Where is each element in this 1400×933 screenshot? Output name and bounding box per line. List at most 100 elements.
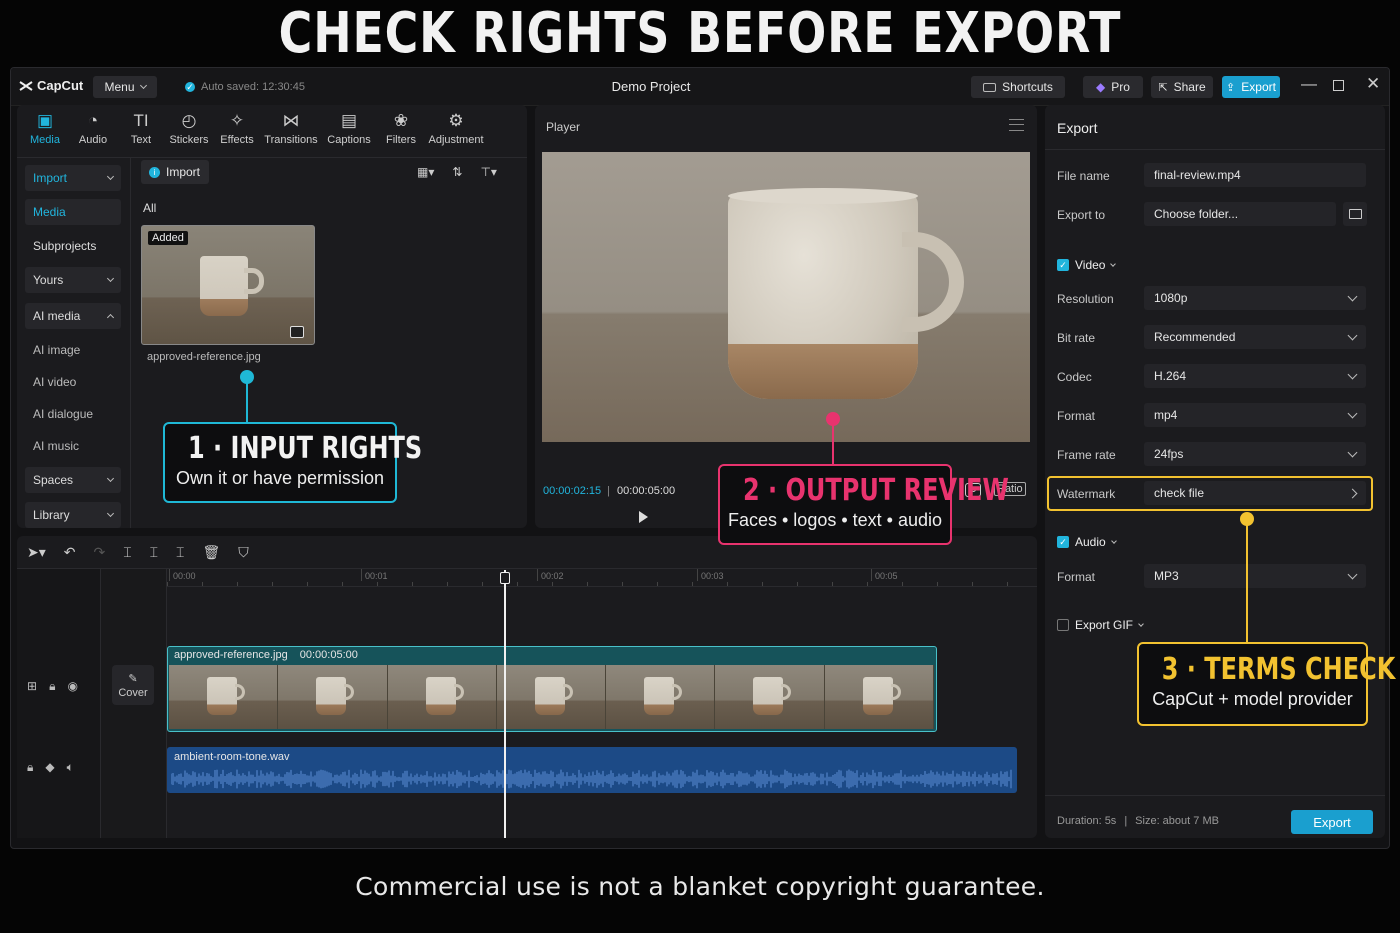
close-icon[interactable]: ✕ — [1366, 74, 1380, 94]
toolbar-item-captions[interactable]: ▤ Captions — [321, 111, 377, 146]
share-button[interactable]: ⇱ Share — [1151, 76, 1213, 98]
import-button[interactable]: i Import — [141, 160, 209, 184]
file-name-input[interactable]: final-review.mp4 — [1144, 163, 1366, 187]
export-summary: Duration: 5s | Size: about 7 MB — [1057, 815, 1219, 827]
toolbar-item-text[interactable]: TI Text — [117, 111, 165, 146]
ruler-minor-tick — [587, 582, 588, 586]
duration-text: Duration: 5s — [1057, 815, 1117, 827]
framerate-select[interactable]: 24fps — [1144, 442, 1366, 466]
resolution-select[interactable]: 1080p — [1144, 286, 1366, 310]
track-controls: ⊞ 🔒︎ ◉ 🔒︎ ◆ 🔈︎ — [17, 569, 101, 838]
format-select[interactable]: mp4 — [1144, 403, 1366, 427]
ruler-minor-tick — [237, 582, 238, 586]
redo-icon[interactable]: ↷ — [94, 544, 106, 561]
cover-button[interactable]: ✎ Cover — [112, 665, 154, 705]
sidebar-item-import[interactable]: Import — [25, 165, 121, 191]
minimize-icon[interactable]: — — [1301, 76, 1317, 94]
toolbar-item-filters[interactable]: ❀ Filters — [377, 111, 425, 146]
chevron-down-icon — [106, 172, 115, 180]
toolbar-item-stickers[interactable]: ◴ Stickers — [165, 111, 213, 146]
trim-right-icon[interactable]: ⌶ — [176, 544, 184, 561]
sidebar-item-ai-media[interactable]: AI media — [25, 303, 121, 329]
sidebar-item-media[interactable]: Media — [25, 199, 121, 225]
chevron-right-icon — [1347, 488, 1358, 498]
menu-button[interactable]: Menu — [93, 76, 157, 98]
video-clip[interactable]: approved-reference.jpg 00:00:05:00 — [167, 646, 937, 732]
magnet-icon[interactable]: ◆ — [45, 760, 54, 775]
gif-section-toggle[interactable]: Export GIF — [1057, 618, 1144, 632]
shortcuts-button[interactable]: Shortcuts — [971, 76, 1065, 98]
codec-select[interactable]: H.264 — [1144, 364, 1366, 388]
add-track-icon[interactable]: ⊞ — [27, 679, 37, 694]
mug-thumbnail — [200, 256, 248, 316]
resolution-label: Resolution — [1057, 292, 1114, 306]
ruler-minor-tick — [272, 582, 273, 586]
split-icon[interactable]: ⌶ — [123, 544, 131, 561]
mug-frame-handle — [672, 684, 683, 700]
grid-view-icon[interactable]: ▦▾ — [417, 165, 434, 179]
ruler-minor-tick — [517, 582, 518, 586]
toolbar-item-audio[interactable]: ◔ Audio — [69, 111, 117, 146]
bitrate-select[interactable]: Recommended — [1144, 325, 1366, 349]
mug-handle — [902, 232, 964, 332]
audio-section-toggle[interactable]: ✓ Audio — [1057, 535, 1117, 549]
export-panel-title: Export — [1057, 120, 1098, 136]
callout3-subtitle: CapCut + model provider — [1152, 689, 1353, 709]
sidebar-item-ai-dialogue[interactable]: AI dialogue — [25, 401, 121, 427]
audio-format-value: MP3 — [1154, 569, 1179, 583]
chevron-down-icon — [1347, 447, 1358, 457]
sidebar-item-yours[interactable]: Yours — [25, 267, 121, 293]
toolbar-item-media[interactable]: ▣ Media — [21, 111, 69, 146]
sidebar-item-library[interactable]: Library — [25, 502, 121, 528]
export-top-button[interactable]: ⇪ Export — [1222, 76, 1280, 98]
undo-icon[interactable]: ↶ — [64, 544, 76, 561]
mug-rim — [728, 188, 918, 204]
filter-all[interactable]: All — [143, 201, 156, 215]
callout3-dot — [1240, 512, 1254, 526]
pro-button[interactable]: ◆ Pro — [1083, 76, 1143, 98]
select-cursor-icon[interactable]: ➤▾ — [27, 544, 46, 561]
audio-format-select[interactable]: MP3 — [1144, 564, 1366, 588]
audio-icon: ◔ — [87, 111, 99, 130]
delete-icon[interactable]: 🗑 — [202, 544, 220, 561]
filter-icon[interactable]: ⊤▾ — [480, 165, 496, 179]
export-to-input[interactable]: Choose folder... — [1144, 202, 1336, 226]
ruler-minor-tick — [902, 582, 903, 586]
trim-left-icon[interactable]: ⌶ — [150, 544, 158, 561]
sidebar-item-ai-music[interactable]: AI music — [25, 433, 121, 459]
player-viewport[interactable] — [542, 152, 1030, 442]
toolbar-item-effects[interactable]: ✧ Effects — [213, 111, 261, 146]
watermark-select[interactable]: check file — [1144, 481, 1366, 505]
checkbox-unchecked-icon — [1057, 619, 1069, 631]
toolbar-item-adjustment[interactable]: ⚙ Adjustment — [425, 111, 487, 146]
ruler-minor-tick — [622, 582, 623, 586]
ruler-tick — [169, 569, 170, 581]
sidebar-item-ai-video[interactable]: AI video — [25, 369, 121, 395]
export-button[interactable]: Export — [1291, 810, 1373, 834]
playhead[interactable] — [504, 570, 506, 838]
folder-button[interactable] — [1343, 202, 1367, 226]
eye-icon[interactable]: ◉ — [67, 679, 77, 694]
sidebar-item-label: AI media — [33, 309, 81, 323]
maximize-icon[interactable] — [1333, 80, 1344, 91]
sidebar-item-spaces[interactable]: Spaces — [25, 467, 121, 493]
lock-icon[interactable]: 🔒︎ — [27, 760, 33, 775]
ruler-minor-tick — [552, 582, 553, 586]
keyboard-icon — [983, 82, 997, 92]
sidebar-item-ai-image[interactable]: AI image — [25, 337, 121, 363]
audio-clip[interactable]: ambient-room-tone.wav — [167, 747, 1017, 793]
lock-icon[interactable]: 🔒︎ — [49, 679, 55, 694]
player-menu-icon[interactable] — [1009, 119, 1024, 131]
sidebar-item-subprojects[interactable]: Subprojects — [25, 233, 121, 259]
playhead-handle[interactable] — [500, 572, 510, 584]
video-section-toggle[interactable]: ✓ Video — [1057, 258, 1117, 272]
shield-icon[interactable]: ⛉ — [238, 544, 249, 561]
ruler-minor-tick — [447, 582, 448, 586]
mug-frame-handle — [344, 684, 355, 700]
video-label: Video — [1075, 258, 1106, 272]
toolbar-item-transitions[interactable]: ⋈ Transitions — [261, 111, 321, 146]
sort-icon[interactable]: ⇅ — [452, 165, 462, 179]
media-thumbnail[interactable]: Added — [141, 225, 315, 345]
speaker-icon[interactable]: 🔈︎ — [67, 760, 74, 775]
play-icon[interactable] — [639, 511, 648, 523]
